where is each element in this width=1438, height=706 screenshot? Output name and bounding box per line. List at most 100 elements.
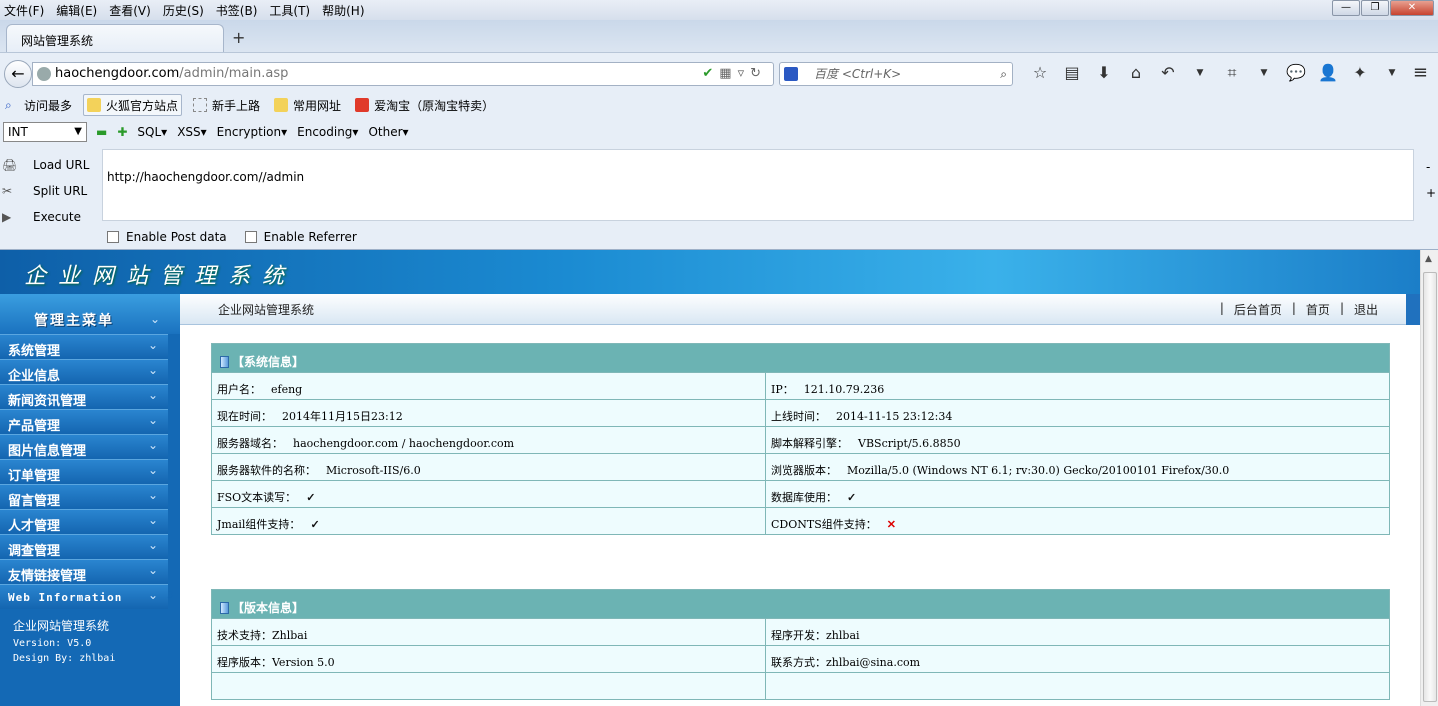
execute-button[interactable]: ▶ Execute	[2, 204, 89, 230]
undo-icon[interactable]: ↶	[1152, 62, 1184, 84]
chevron-down-icon[interactable]: ▼	[1184, 62, 1216, 84]
scroll-thumb[interactable]	[1423, 272, 1437, 702]
cell-key: 程序开发：	[771, 629, 826, 642]
site-banner: 企业网站管理系统	[0, 250, 1420, 294]
hackbar-url-textarea[interactable]: http://haochengdoor.com//admin	[102, 149, 1414, 221]
bookmark-common-sites[interactable]: 常用网址	[271, 94, 344, 116]
sidebar-item-system[interactable]: 系统管理 ⌄	[0, 334, 168, 359]
dropdown-icon[interactable]: ▿	[738, 66, 751, 81]
home-icon[interactable]: ⌂	[1120, 62, 1152, 84]
chevron-down-icon[interactable]: ▼	[1248, 62, 1280, 84]
link-logout[interactable]: 退出	[1354, 301, 1378, 318]
bookmark-taobao[interactable]: 爱淘宝（原淘宝特卖）	[352, 94, 497, 116]
hackbar-menu-sql[interactable]: SQL▾	[137, 125, 167, 139]
minus-icon[interactable]: ▬	[96, 125, 107, 139]
play-icon: ▶	[2, 210, 12, 224]
cell-key: FSO文本读写：	[217, 491, 297, 504]
url-host: haochengdoor.com	[55, 66, 180, 81]
shield-icon[interactable]: ✔	[702, 66, 719, 81]
menu-file[interactable]: 文件(F)	[4, 2, 44, 19]
menu-tools[interactable]: 工具(T)	[269, 2, 310, 19]
page-scrollbar[interactable]: ▲	[1420, 250, 1438, 706]
url-bar[interactable]: haochengdoor.com/admin/main.asp ✔▦▿↻	[32, 62, 774, 86]
star-icon[interactable]: ☆	[1024, 62, 1056, 84]
crop-icon[interactable]: ⌗	[1216, 62, 1248, 84]
load-icon: 🖨	[2, 158, 18, 172]
shrink-button[interactable]: -	[1426, 154, 1436, 180]
chevron-down-icon: ⌄	[147, 338, 158, 352]
menu-help[interactable]: 帮助(H)	[322, 2, 364, 19]
enable-post-checkbox[interactable]: Enable Post data	[107, 230, 227, 244]
menu-history[interactable]: 历史(S)	[163, 2, 204, 19]
sidebar-item-news[interactable]: 新闻资讯管理 ⌄	[0, 384, 168, 409]
scroll-up-icon[interactable]: ▲	[1425, 254, 1432, 264]
bookmark-firefox-official[interactable]: 火狐官方站点	[83, 94, 183, 116]
menu-bookmarks[interactable]: 书签(B)	[216, 2, 258, 19]
close-icon[interactable]: ✕	[1390, 0, 1434, 16]
sidebar-item-label: 调查管理	[8, 544, 61, 559]
checkbox-box[interactable]	[107, 231, 119, 243]
qr-icon[interactable]: ▦	[719, 66, 737, 81]
chevron-down-icon[interactable]: ▼	[1376, 62, 1408, 84]
search-icon: ⌕	[5, 98, 12, 112]
enable-referrer-checkbox[interactable]: Enable Referrer	[244, 230, 357, 244]
sidebar-item-links[interactable]: 友情链接管理 ⌄	[0, 559, 168, 584]
sidebar-item-messages[interactable]: 留言管理 ⌄	[0, 484, 168, 509]
minimize-icon[interactable]: —	[1332, 0, 1360, 16]
sidebar-item-products[interactable]: 产品管理 ⌄	[0, 409, 168, 434]
hackbar-menu-encoding[interactable]: Encoding▾	[297, 125, 358, 139]
grow-button[interactable]: +	[1426, 180, 1436, 206]
link-home[interactable]: 首页	[1306, 301, 1330, 318]
cell-key: 脚本解释引擎：	[771, 437, 848, 450]
globe-icon	[37, 67, 51, 81]
load-url-button[interactable]: 🖨 Load URL	[2, 152, 89, 178]
download-icon[interactable]: ⬇	[1088, 62, 1120, 84]
chat-icon[interactable]: 💬	[1280, 62, 1312, 84]
hackbar-menu-xss[interactable]: XSS▾	[177, 125, 206, 139]
user-icon[interactable]: 👤	[1312, 62, 1344, 84]
maximize-icon[interactable]: ❐	[1361, 0, 1389, 16]
hackbar-menu-encryption[interactable]: Encryption▾	[217, 125, 287, 139]
reading-list-icon[interactable]: ▤	[1056, 62, 1088, 84]
sidebar-item-talent[interactable]: 人才管理 ⌄	[0, 509, 168, 534]
search-bar[interactable]: 百度 <Ctrl+K> ⌕	[779, 62, 1013, 86]
sidebar-item-survey[interactable]: 调查管理 ⌄	[0, 534, 168, 559]
menu-view[interactable]: 查看(V)	[109, 2, 151, 19]
link-admin-home[interactable]: 后台首页	[1234, 301, 1282, 318]
sidebar-item-images[interactable]: 图片信息管理 ⌄	[0, 434, 168, 459]
separator: |	[1291, 301, 1296, 315]
checkbox-box[interactable]	[244, 231, 257, 243]
header-end-cap	[1406, 294, 1420, 325]
addon-icon[interactable]: ✦	[1344, 62, 1376, 84]
hamburger-menu-icon[interactable]: ≡	[1413, 62, 1428, 83]
split-url-button[interactable]: ✂ Split URL	[2, 178, 89, 204]
check-icon: ✓	[847, 491, 857, 504]
bookmark-most-visited[interactable]: ⌕ 访问最多	[2, 94, 75, 116]
hackbar-menu-other[interactable]: Other▾	[368, 125, 408, 139]
chevron-down-icon: ⌄	[147, 563, 158, 577]
reload-icon[interactable]: ↻	[750, 66, 767, 81]
search-icon[interactable]: ⌕	[1000, 63, 1007, 85]
menu-edit[interactable]: 编辑(E)	[56, 2, 97, 19]
hackbar-type-select[interactable]: INT ▼	[3, 122, 87, 142]
sidebar-item-web-information[interactable]: Web Information ⌄	[0, 584, 168, 609]
cell-value: Zhlbai	[272, 629, 308, 642]
version-info-panel: 【版本信息】 技术支持：Zhlbai 程序开发：zhlbai 程序版本：Vers…	[211, 589, 1390, 700]
cube-icon	[220, 355, 229, 368]
plus-icon[interactable]: ✚	[117, 125, 127, 139]
tab-active[interactable]: 网站管理系统	[6, 24, 224, 52]
cell-value: 2014-11-15 23:12:34	[836, 410, 953, 423]
cell-value: VBScript/5.6.8850	[858, 437, 961, 450]
table-row: Jmail组件支持： ✓ CDONTS组件支持： ✕	[212, 507, 1389, 534]
table-row: 服务器域名： haochengdoor.com / haochengdoor.co…	[212, 426, 1389, 453]
sidebar-item-orders[interactable]: 订单管理 ⌄	[0, 459, 168, 484]
sidebar-item-label: 企业信息	[8, 369, 61, 384]
url-bar-icons: ✔▦▿↻	[702, 63, 767, 85]
new-tab-button[interactable]: +	[232, 28, 245, 47]
checkbox-label: Enable Post data	[126, 230, 227, 244]
bookmark-getting-started[interactable]: 新手上路	[190, 94, 263, 116]
admin-sidebar: 管理主菜单 ⌄ 系统管理 ⌄ 企业信息 ⌄ 新闻资讯管理 ⌄ 产品管理 ⌄ 图片信息管理 ⌄…	[0, 294, 180, 706]
back-button[interactable]: ←	[4, 60, 32, 88]
sidebar-item-company[interactable]: 企业信息 ⌄	[0, 359, 168, 384]
chevron-down-icon[interactable]: ⌄	[150, 312, 160, 326]
